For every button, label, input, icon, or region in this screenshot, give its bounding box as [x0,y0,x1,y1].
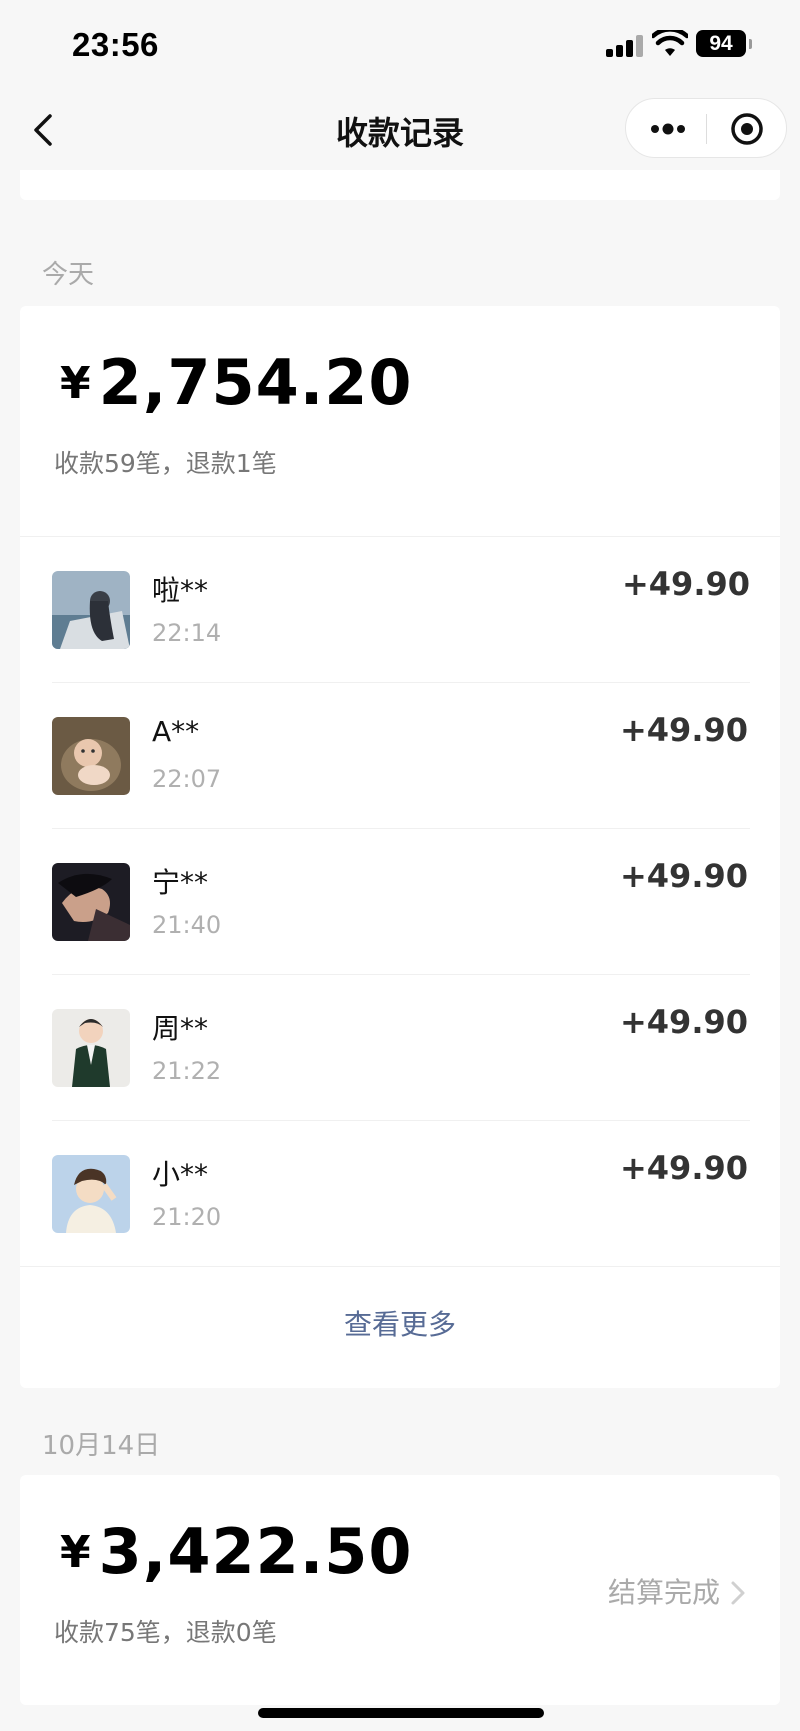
day-total-amount: ¥3,422.50 [60,1515,413,1588]
transaction-row[interactable]: 小** 21:20 +49.90 [52,1120,750,1266]
payment-amount: +49.90 [619,1149,748,1187]
previous-card-stub [20,170,780,200]
transaction-row[interactable]: 宁** 21:40 +49.90 [52,828,750,974]
section-label-today: 今天 [42,260,95,290]
mini-program-capsule [625,98,787,158]
wifi-icon [652,30,688,56]
avatar [52,1155,130,1233]
settlement-status[interactable]: 结算完成 [608,1571,746,1611]
avatar [52,717,130,795]
currency-symbol: ¥ [60,1527,91,1578]
amount-value: 2,754.20 [98,346,413,419]
section-label-date: 10月14日 [42,1431,161,1461]
transaction-row[interactable]: 周** 21:22 +49.90 [52,974,750,1120]
payer-name: A** [152,715,200,748]
view-more-link[interactable]: 查看更多 [20,1266,780,1388]
payment-amount: +49.90 [619,857,748,895]
transaction-row[interactable]: A** 22:07 +49.90 [52,682,750,828]
today-total-amount: ¥2,754.20 [60,346,413,419]
status-time: 23:56 [72,26,159,63]
status-bar: 23:56 94 [0,0,800,90]
payment-time: 22:14 [152,619,222,647]
today-card: ¥2,754.20 收款59笔，退款1笔 啦** 22:14 +49.90 A*… [20,306,780,1388]
amount-value: 3,422.50 [98,1515,413,1588]
payment-amount: +49.90 [619,711,748,749]
avatar [52,1009,130,1087]
day-summary: 收款75笔，退款0笔 [54,1618,277,1647]
payment-time: 21:40 [152,911,222,939]
cellular-signal-icon [606,33,644,57]
avatar [52,571,130,649]
nav-bar: 收款记录 [0,90,800,170]
payment-amount: +49.90 [619,1003,748,1041]
transaction-row[interactable]: 啦** 22:14 +49.90 [20,536,780,682]
payment-time: 21:22 [152,1057,222,1085]
payer-name: 小** [152,1158,209,1191]
payment-time: 21:20 [152,1203,222,1231]
home-indicator [258,1708,544,1718]
avatar [52,863,130,941]
currency-symbol: ¥ [60,358,91,409]
payer-name: 宁** [152,866,209,899]
today-summary: 收款59笔，退款1笔 [54,449,277,478]
day-summary-card[interactable]: ¥3,422.50 收款75笔，退款0笔 结算完成 [20,1475,780,1705]
settlement-status-label: 结算完成 [607,1576,720,1609]
close-mini-program-icon[interactable] [730,112,764,146]
chevron-right-icon [731,1581,745,1605]
payment-time: 22:07 [152,765,222,793]
capsule-divider [706,114,707,144]
payment-amount: +49.90 [621,565,750,603]
transaction-list: 啦** 22:14 +49.90 A** 22:07 +49.90 宁** 21… [20,536,780,1266]
payer-name: 啦** [152,574,209,607]
battery-icon: 94 [696,30,752,57]
payer-name: 周** [152,1012,209,1045]
more-icon[interactable] [648,117,688,141]
